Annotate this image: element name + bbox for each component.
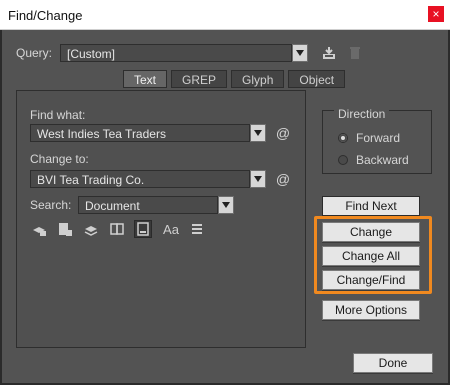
chevron-down-icon [296,50,304,56]
save-query-button[interactable] [320,44,338,62]
search-scope-select[interactable]: Document [78,196,218,214]
tab-text[interactable]: Text [123,70,168,88]
radio-unselected-icon [338,155,348,165]
direction-forward-label: Forward [356,131,401,145]
close-button[interactable]: × [428,6,444,22]
done-button[interactable]: Done [353,353,433,373]
include-locked-layers-toggle[interactable] [30,220,48,238]
case-sensitive-icon: Aa [163,221,179,237]
direction-forward-option[interactable]: Forward [338,131,400,145]
include-footnotes-toggle[interactable] [134,220,152,238]
change-all-button[interactable]: Change All [322,246,420,266]
change-to-field[interactable]: BVI Tea Trading Co. [30,170,250,188]
find-what-field[interactable]: West Indies Tea Traders [30,124,250,142]
close-icon: × [432,7,440,21]
chevron-down-icon [222,202,230,208]
mode-tabs: Text GREP Glyph Object [123,70,346,88]
tab-grep[interactable]: GREP [171,70,228,88]
include-locked-stories-icon [59,223,72,236]
find-next-button[interactable]: Find Next [322,196,420,216]
find-what-label: Find what: [30,108,86,122]
delete-query-icon [350,47,360,59]
window-title: Find/Change [8,8,83,23]
include-hidden-layers-icon [84,226,98,236]
change-special-characters-button[interactable]: @ [274,170,292,188]
search-label: Search: [30,198,72,212]
query-select[interactable]: [Custom] [60,44,292,62]
delete-query-button[interactable] [346,44,364,62]
direction-backward-label: Backward [356,153,409,167]
change-to-dropdown-button[interactable] [250,170,266,188]
save-query-icon [323,47,335,59]
chevron-down-icon [254,176,262,182]
change-find-button[interactable]: Change/Find [322,270,420,290]
tab-object[interactable]: Object [288,70,346,88]
find-what-dropdown-button[interactable] [250,124,266,142]
at-special-characters-icon: @ [275,171,291,187]
tab-glyph[interactable]: Glyph [231,70,285,88]
include-hidden-layers-toggle[interactable] [82,220,100,238]
find-special-characters-button[interactable]: @ [274,124,292,142]
search-scope-dropdown-button[interactable] [218,196,234,214]
query-dropdown-button[interactable] [292,44,308,62]
whole-word-icon [192,224,202,234]
radio-selected-icon [338,133,348,143]
include-footnotes-icon [137,222,149,236]
whole-word-toggle[interactable] [188,220,206,238]
direction-title: Direction [334,107,390,121]
change-button[interactable]: Change [322,222,420,242]
include-locked-layers-icon [33,227,46,236]
window-frame-left [0,30,2,385]
case-sensitive-toggle[interactable]: Aa [160,220,182,238]
include-master-pages-icon [110,223,124,235]
chevron-down-icon [254,130,262,136]
include-locked-stories-toggle[interactable] [56,220,74,238]
at-special-characters-icon: @ [275,125,291,141]
change-to-label: Change to: [30,152,89,166]
direction-backward-option[interactable]: Backward [338,153,409,167]
include-master-pages-toggle[interactable] [108,220,126,238]
more-options-button[interactable]: More Options [322,300,420,320]
query-label: Query: [16,46,53,60]
